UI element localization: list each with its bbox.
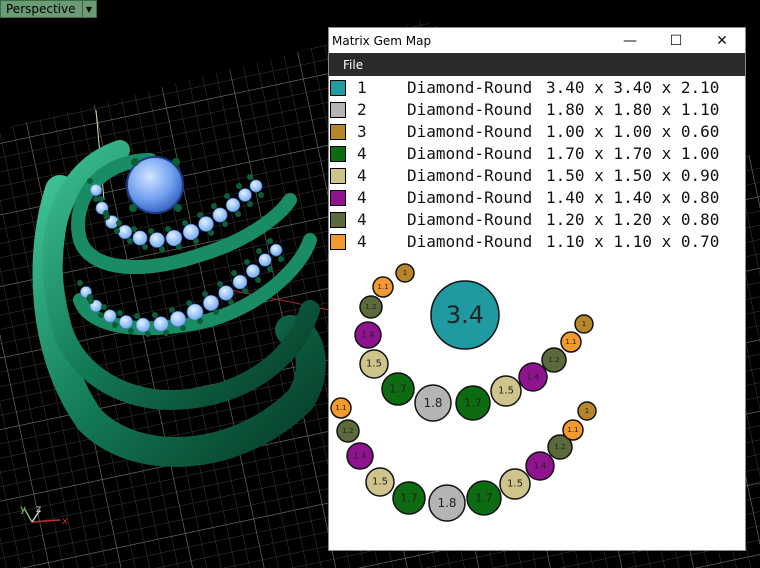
axis-x-label: x	[62, 516, 68, 527]
gem-size: 1.80 x 1.80 x 1.10	[546, 100, 720, 119]
gem-marker-label: 1.7	[464, 397, 482, 410]
gem-marker-label: 1.7	[389, 383, 407, 396]
gem-marker-label: 1.2	[342, 427, 353, 435]
gem-marker-label: 1.1	[565, 338, 576, 346]
gem-shape: Diamond-Round	[407, 144, 533, 163]
gem-color-swatch	[330, 190, 346, 206]
gem-size: 1.00 x 1.00 x 0.60	[546, 122, 720, 141]
gem-shape: Diamond-Round	[407, 232, 533, 251]
menu-bar: File	[329, 53, 745, 76]
gem-shape: Diamond-Round	[407, 78, 533, 97]
gem-marker-label: 1.5	[498, 386, 514, 397]
gem-marker-label: 1	[582, 320, 586, 328]
gem-color-swatch	[330, 212, 346, 228]
viewport-title-tab[interactable]: Perspective ▼	[0, 0, 97, 18]
gem-qty: 4	[357, 166, 367, 185]
menu-file[interactable]: File	[329, 58, 363, 72]
gem-marker-label: 1.4	[354, 452, 367, 461]
gem-qty: 4	[357, 232, 367, 251]
gem-layout-map: 3.4 1 1.1 1.2 1.4 1.5 1.7 1.8 1.7 1.5 1.4 1.2 1.1 1 1.…	[330, 263, 597, 522]
gem-marker-label: 1.2	[365, 303, 376, 311]
matrix-gem-map-window[interactable]: Matrix Gem Map — ☐ ✕ File 1 Diamond-Roun…	[329, 28, 745, 550]
gem-color-swatch	[330, 168, 346, 184]
gem-qty: 3	[357, 122, 367, 141]
gem-size: 1.70 x 1.70 x 1.00	[546, 144, 720, 163]
viewport-label[interactable]: Perspective	[1, 1, 82, 17]
gem-shape: Diamond-Round	[407, 166, 533, 185]
gem-color-swatch	[330, 234, 346, 250]
gem-shape: Diamond-Round	[407, 210, 533, 229]
gem-marker-label: 1.5	[372, 477, 388, 488]
gem-size: 1.40 x 1.40 x 0.80	[546, 188, 720, 207]
gem-color-swatch	[330, 124, 346, 140]
window-title: Matrix Gem Map	[332, 33, 432, 48]
gem-qty: 2	[357, 100, 367, 119]
gem-marker-label: 1.1	[567, 426, 578, 434]
gem-marker-label: 1.8	[423, 396, 442, 410]
gem-marker-label: 3.4	[446, 301, 484, 329]
gem-size: 1.10 x 1.10 x 0.70	[546, 232, 720, 251]
gem-marker-label: 1.7	[475, 492, 493, 505]
gem-marker-label: 1	[585, 407, 589, 415]
axis-z-label: z	[36, 504, 41, 515]
gem-color-swatch	[330, 80, 346, 96]
gem-size: 3.40 x 3.40 x 2.10	[546, 78, 720, 97]
gem-marker-label: 1.5	[507, 479, 523, 490]
minimize-icon[interactable]: —	[607, 28, 653, 53]
gem-marker-label: 1.4	[527, 373, 540, 382]
gem-shape: Diamond-Round	[407, 188, 533, 207]
gem-qty: 1	[357, 78, 367, 97]
gem-shape: Diamond-Round	[407, 122, 533, 141]
gem-marker-label: 1.2	[548, 356, 559, 364]
gem-shape: Diamond-Round	[407, 100, 533, 119]
gem-size: 1.20 x 1.20 x 0.80	[546, 210, 720, 229]
gem-marker-label: 1.7	[400, 492, 418, 505]
gem-marker-label: 1	[403, 269, 407, 277]
gem-qty: 4	[357, 144, 367, 163]
close-icon[interactable]: ✕	[699, 28, 745, 53]
gem-marker-label: 1.1	[335, 404, 346, 412]
gem-qty: 4	[357, 188, 367, 207]
gem-qty: 4	[357, 210, 367, 229]
maximize-icon[interactable]: ☐	[653, 28, 699, 53]
chevron-down-icon[interactable]: ▼	[81, 1, 96, 17]
gem-marker-label: 1.5	[366, 359, 382, 370]
gem-size: 1.50 x 1.50 x 0.90	[546, 166, 720, 185]
gem-marker-label: 1.2	[554, 443, 565, 451]
gem-marker-label: 1.4	[534, 462, 547, 471]
gem-marker-label: 1.8	[437, 496, 456, 510]
gem-color-swatch	[330, 146, 346, 162]
gem-marker-label: 1.4	[362, 331, 375, 340]
gem-color-swatch	[330, 102, 346, 118]
gem-marker-label: 1.1	[377, 283, 388, 291]
axis-y-label: y	[20, 504, 26, 515]
window-titlebar[interactable]: Matrix Gem Map — ☐ ✕	[329, 28, 745, 53]
